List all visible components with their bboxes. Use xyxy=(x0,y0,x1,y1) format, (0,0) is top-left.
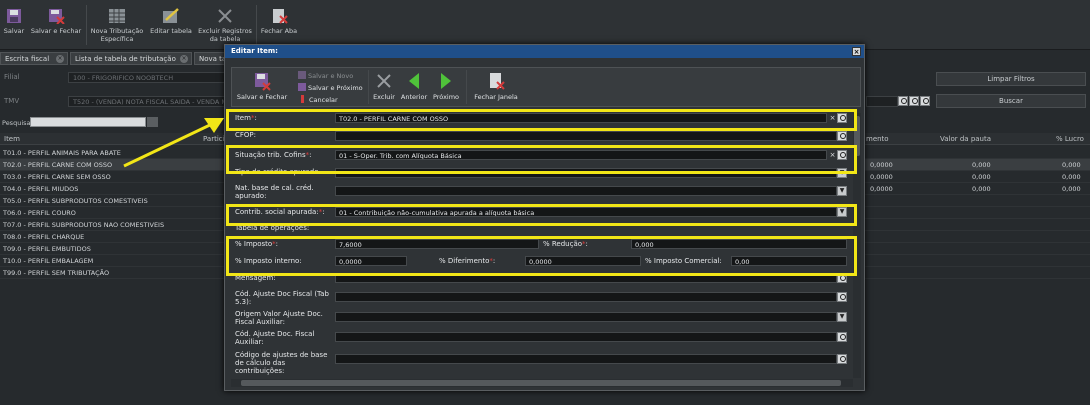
annotation-arrow-icon xyxy=(123,118,224,168)
